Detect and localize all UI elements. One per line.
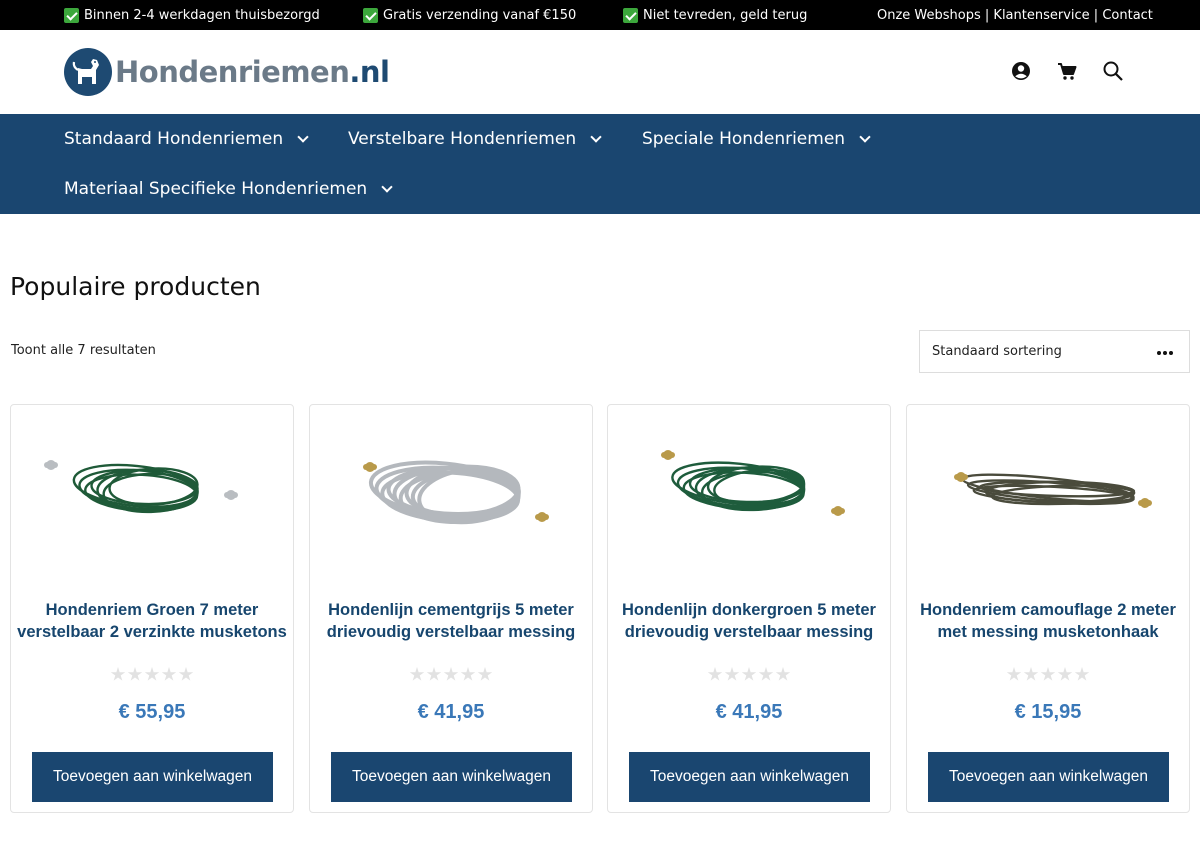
product-card: Hondenriem Groen 7 meter verstelbaar 2 v…	[10, 404, 294, 813]
product-image[interactable]	[638, 427, 862, 577]
product-image[interactable]	[340, 427, 564, 577]
product-image[interactable]	[937, 427, 1161, 577]
top-bar: Binnen 2-4 werkdagen thuisbezorgd Gratis…	[0, 0, 1200, 30]
add-to-cart-button[interactable]: Toevoegen aan winkelwagen	[928, 752, 1169, 802]
nav-item-verstelbare[interactable]: Verstelbare Hondenriemen	[348, 129, 602, 149]
chevron-down-icon	[381, 180, 393, 193]
checkmark-icon	[623, 8, 638, 23]
nav-item-label: Materiaal Specifieke Hondenriemen	[64, 179, 368, 199]
checkmark-icon	[363, 8, 378, 23]
rating-stars	[907, 667, 1189, 682]
product-title[interactable]: Hondenlijn donkergroen 5 meter drievoudi…	[608, 599, 890, 643]
star-icon	[1040, 667, 1056, 681]
main-navigation: Standaard Hondenriemen Verstelbare Honde…	[0, 114, 1200, 214]
product-card: Hondenlijn donkergroen 5 meter drievoudi…	[607, 404, 891, 813]
cart-icon[interactable]	[1056, 60, 1078, 82]
product-price: € 41,95	[417, 701, 485, 723]
link-separator: |	[1089, 8, 1103, 23]
nav-item-label: Speciale Hondenriemen	[642, 129, 846, 149]
product-price: € 15,95	[1014, 701, 1082, 723]
star-icon	[161, 667, 177, 681]
star-icon	[127, 667, 143, 681]
star-icon	[724, 667, 740, 681]
checkmark-icon	[64, 8, 79, 23]
logo-main-text: Hondenriemen	[115, 55, 350, 89]
star-icon	[443, 667, 459, 681]
add-to-cart-button[interactable]: Toevoegen aan winkelwagen	[331, 752, 572, 802]
star-icon	[775, 667, 791, 681]
product-card: Hondenlijn cementgrijs 5 meter drievoudi…	[309, 404, 593, 813]
nav-item-label: Standaard Hondenriemen	[64, 129, 284, 149]
product-card: Hondenriem camouflage 2 meter met messin…	[906, 404, 1190, 813]
usp-delivery-text: Binnen 2-4 werkdagen thuisbezorgd	[84, 8, 320, 23]
logo-tld-text: .nl	[349, 55, 390, 89]
star-icon	[1057, 667, 1073, 681]
chevron-down-icon	[859, 130, 871, 143]
usp-delivery: Binnen 2-4 werkdagen thuisbezorgd	[64, 8, 320, 23]
account-icon[interactable]	[1010, 60, 1032, 82]
usp-free-shipping-text: Gratis verzending vanaf €150	[383, 8, 577, 23]
chevron-down-icon	[297, 130, 309, 143]
star-icon	[707, 667, 723, 681]
rating-stars	[608, 667, 890, 682]
product-image[interactable]	[41, 427, 265, 577]
sort-selected-value: Standaard sortering	[932, 344, 1062, 359]
site-logo[interactable]: Hondenriemen.nl	[64, 48, 390, 96]
logo-wordmark: Hondenriemen.nl	[115, 55, 390, 89]
product-title[interactable]: Hondenlijn cementgrijs 5 meter drievoudi…	[310, 599, 592, 643]
nav-item-standaard[interactable]: Standaard Hondenriemen	[64, 129, 309, 149]
search-icon[interactable]	[1102, 60, 1124, 82]
link-separator: |	[980, 8, 994, 23]
result-count: Toont alle 7 resultaten	[11, 343, 156, 358]
nav-item-speciale[interactable]: Speciale Hondenriemen	[642, 129, 871, 149]
dog-logo-icon	[64, 48, 112, 96]
product-title[interactable]: Hondenriem Groen 7 meter verstelbaar 2 v…	[11, 599, 293, 643]
usp-money-back-text: Niet tevreden, geld terug	[643, 8, 808, 23]
nav-item-label: Verstelbare Hondenriemen	[348, 129, 577, 149]
star-icon	[758, 667, 774, 681]
top-links: Onze Webshops | Klantenservice | Contact	[877, 8, 1153, 23]
add-to-cart-button[interactable]: Toevoegen aan winkelwagen	[629, 752, 870, 802]
star-icon	[1023, 667, 1039, 681]
add-to-cart-button[interactable]: Toevoegen aan winkelwagen	[32, 752, 273, 802]
usp-money-back: Niet tevreden, geld terug	[623, 8, 807, 23]
star-icon	[178, 667, 194, 681]
star-icon	[460, 667, 476, 681]
more-dots-icon	[1157, 351, 1173, 355]
product-title[interactable]: Hondenriem camouflage 2 meter met messin…	[907, 599, 1189, 643]
link-contact[interactable]: Contact	[1102, 8, 1153, 23]
site-header: Hondenriemen.nl	[0, 30, 1200, 114]
star-icon	[741, 667, 757, 681]
link-webshops[interactable]: Onze Webshops	[877, 8, 981, 23]
star-icon	[426, 667, 442, 681]
sort-select[interactable]: Standaard sortering	[919, 330, 1190, 373]
star-icon	[1074, 667, 1090, 681]
star-icon	[144, 667, 160, 681]
star-icon	[110, 667, 126, 681]
star-icon	[409, 667, 425, 681]
star-icon	[477, 667, 493, 681]
usp-free-shipping: Gratis verzending vanaf €150	[363, 8, 576, 23]
link-customer-service[interactable]: Klantenservice	[993, 8, 1089, 23]
rating-stars	[11, 667, 293, 682]
product-price: € 55,95	[118, 701, 186, 723]
page-title: Populaire producten	[10, 272, 261, 301]
chevron-down-icon	[590, 130, 602, 143]
rating-stars	[310, 667, 592, 682]
product-price: € 41,95	[715, 701, 783, 723]
nav-item-materiaal[interactable]: Materiaal Specifieke Hondenriemen	[64, 179, 393, 199]
star-icon	[1006, 667, 1022, 681]
